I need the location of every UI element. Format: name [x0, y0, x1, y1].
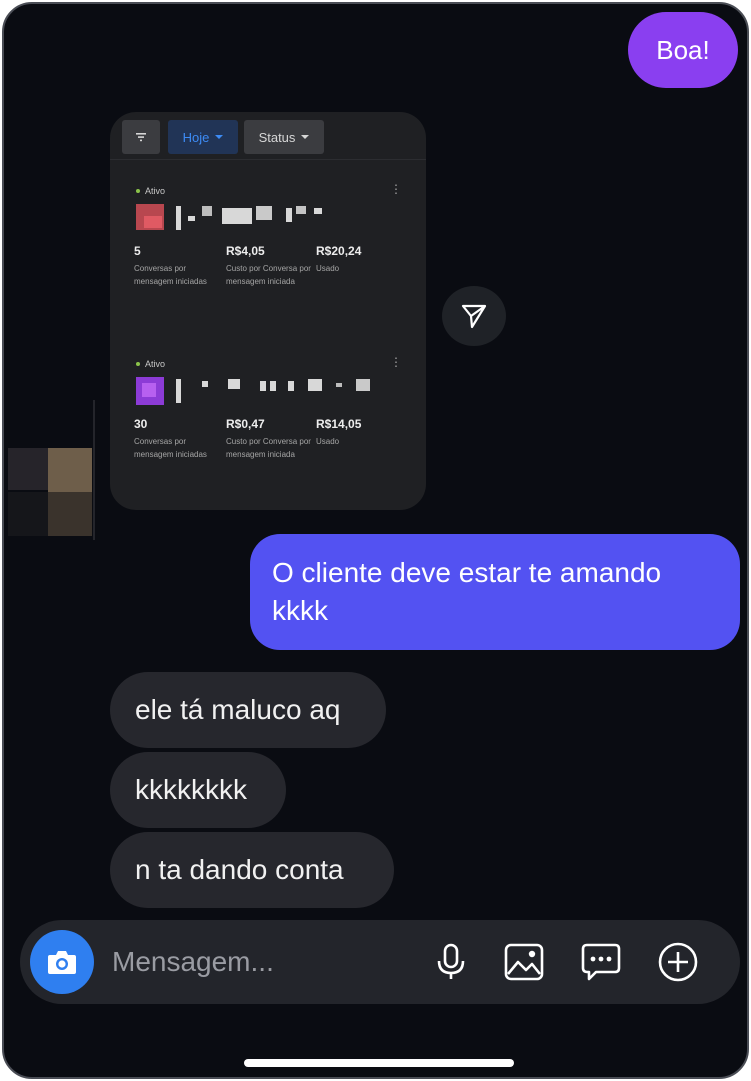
- metric-conversations: 30 Conversas por mensagem iniciadas: [134, 417, 220, 461]
- metric-value: R$20,24: [316, 244, 362, 258]
- metric-label: Custo por Conversa por mensagem iniciada: [226, 264, 311, 286]
- camera-button[interactable]: [30, 930, 94, 994]
- metric-label: Usado: [316, 437, 340, 446]
- chevron-down-icon: [301, 135, 310, 139]
- image-icon: [504, 943, 544, 981]
- message-input[interactable]: [112, 940, 412, 984]
- gallery-button[interactable]: [500, 938, 548, 986]
- sent-message-bubble[interactable]: O cliente deve estar te amando kkkk: [250, 534, 740, 650]
- sent-message-text: O cliente deve estar te amando kkkk: [272, 557, 662, 626]
- metric-value: R$0,47: [226, 417, 265, 431]
- metric-label: Conversas por mensagem iniciadas: [134, 437, 207, 459]
- campaign-thumbnail: [134, 202, 168, 232]
- more-options-icon: ⋮: [390, 182, 402, 196]
- campaign-thumbnail: [134, 375, 168, 405]
- add-icon: [658, 942, 698, 982]
- received-message-text: ele tá maluco aq: [135, 694, 341, 725]
- metric-label: Conversas por mensagem iniciadas: [134, 264, 207, 286]
- microphone-button[interactable]: [427, 938, 475, 986]
- received-message-text: kkkkkkkk: [135, 774, 247, 805]
- received-message-text: n ta dando conta: [135, 854, 344, 885]
- shared-ads-screenshot[interactable]: Hoje Status Ativo ⋮ 5 Conversas por mens…: [110, 112, 426, 510]
- share-button[interactable]: [442, 286, 506, 346]
- sticker-chat-icon: [581, 943, 621, 981]
- metric-conversations: 5 Conversas por mensagem iniciadas: [134, 244, 220, 288]
- received-message-bubble[interactable]: n ta dando conta: [110, 832, 394, 908]
- status-text: Ativo: [145, 359, 166, 369]
- sticker-button[interactable]: [577, 938, 625, 986]
- status-filter-label: Status: [258, 129, 296, 145]
- metric-value: 30: [134, 417, 148, 431]
- status-badge: Ativo: [136, 359, 165, 369]
- active-dot-icon: [136, 362, 140, 366]
- metric-value: 5: [134, 244, 141, 258]
- metric-cost-per-conversation: R$4,05 Custo por Conversa por mensagem i…: [226, 244, 312, 288]
- chat-screen: Boa! Hoje Status Ativo ⋮ 5 Conversas por…: [2, 2, 749, 1079]
- status-text: Ativo: [145, 186, 166, 196]
- filter-bar: Hoje Status: [110, 112, 426, 160]
- campaign-card: Ativo ⋮ 5 Conversas por mensagem iniciad…: [110, 182, 426, 351]
- filter-button: [122, 120, 160, 154]
- metric-spent: R$20,24 Usado: [316, 244, 402, 275]
- metric-cost-per-conversation: R$0,47 Custo por Conversa por mensagem i…: [226, 417, 312, 461]
- status-filter: Status: [244, 120, 324, 154]
- add-button[interactable]: [654, 938, 702, 986]
- metric-value: R$4,05: [226, 244, 265, 258]
- home-indicator[interactable]: [244, 1059, 514, 1067]
- paper-plane-icon: [461, 304, 487, 329]
- active-dot-icon: [136, 189, 140, 193]
- camera-icon: [48, 951, 76, 974]
- sent-message-text: Boa!: [656, 34, 710, 65]
- metric-label: Custo por Conversa por mensagem iniciada: [226, 437, 311, 459]
- chevron-down-icon: [215, 135, 224, 139]
- metric-value: R$14,05: [316, 417, 362, 431]
- status-badge: Ativo: [136, 186, 165, 196]
- more-options-icon: ⋮: [390, 355, 402, 369]
- received-message-bubble[interactable]: ele tá maluco aq: [110, 672, 386, 748]
- message-composer: [20, 920, 740, 1004]
- campaign-card: Ativo ⋮ 30 Conversas por mensagem inicia…: [110, 355, 426, 510]
- microphone-icon: [437, 943, 465, 979]
- sent-message-bubble[interactable]: Boa!: [628, 12, 738, 88]
- metric-label: Usado: [316, 264, 340, 273]
- metric-spent: R$14,05 Usado: [316, 417, 402, 448]
- received-message-bubble[interactable]: kkkkkkkk: [110, 752, 286, 828]
- date-filter-today: Hoje: [168, 120, 238, 154]
- date-filter-label: Hoje: [182, 129, 210, 145]
- filter-icon: [136, 133, 146, 142]
